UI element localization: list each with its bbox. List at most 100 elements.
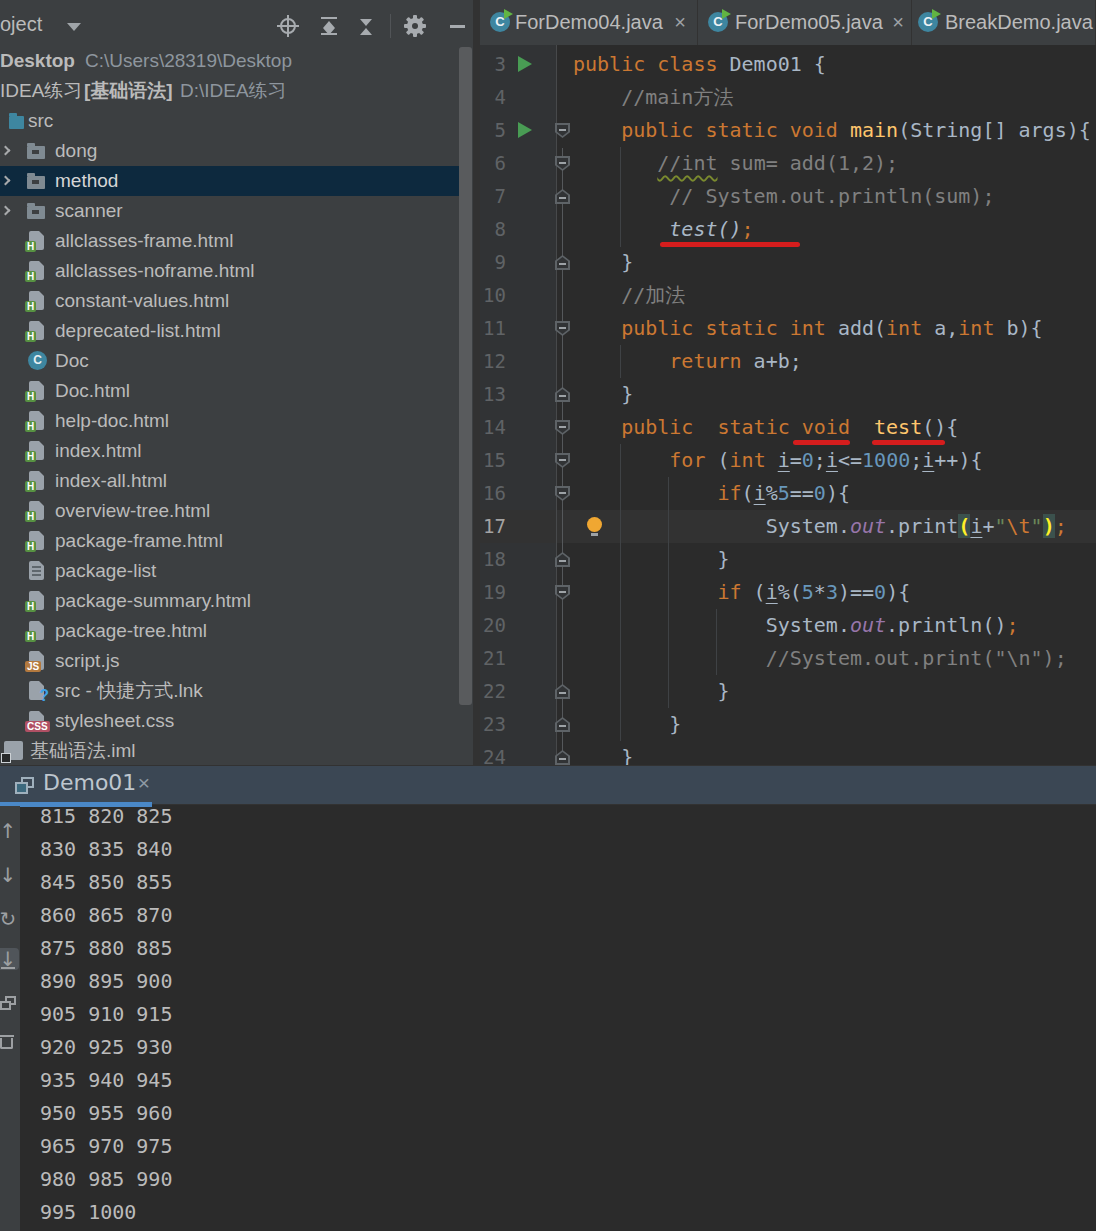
- gutter-border: [556, 45, 557, 765]
- tree-item-scanner[interactable]: scanner: [0, 196, 459, 226]
- line-number-3: 3: [480, 48, 506, 81]
- scroll-up-icon[interactable]: ↑: [0, 820, 19, 842]
- html-file-icon: H: [29, 321, 44, 340]
- scroll-to-end-icon[interactable]: ↓: [0, 948, 19, 970]
- editor-tab-fordemo04-java[interactable]: CForDemo04.java×: [480, 0, 698, 45]
- tree-label: package-list: [55, 556, 156, 586]
- tree-item-src-lnk[interactable]: ?src - 快捷方式.lnk: [0, 676, 459, 706]
- tree-item-method[interactable]: method: [0, 166, 459, 196]
- tree-item-index-all-html[interactable]: Hindex-all.html: [0, 466, 459, 496]
- chevron-right-icon[interactable]: [1, 206, 11, 216]
- fold-marker-icon[interactable]: [555, 750, 570, 765]
- code-line-16: if(i%5==0){: [573, 477, 850, 510]
- text-file-icon: [29, 561, 44, 580]
- tree-label: stylesheet.css: [55, 706, 174, 736]
- code-line-5: public static void main(String[] args){: [573, 114, 1091, 147]
- project-scrollbar[interactable]: [459, 47, 472, 705]
- tree-item-deprecated-list-html[interactable]: Hdeprecated-list.html: [0, 316, 459, 346]
- java-class-icon: C: [918, 12, 938, 32]
- tree-label: allclasses-noframe.html: [55, 256, 255, 286]
- fold-marker-icon[interactable]: [555, 189, 570, 204]
- tab-label: ForDemo04.java: [515, 0, 663, 45]
- line-number-4: 4: [480, 81, 506, 114]
- fold-marker-icon[interactable]: [555, 585, 570, 600]
- editor-tab-fordemo05-java[interactable]: CForDemo05.java×: [698, 0, 912, 45]
- collapse-all-icon[interactable]: [355, 15, 377, 37]
- tree-label: index.html: [55, 436, 142, 466]
- line-number-19: 19: [480, 576, 506, 609]
- tree-label: help-doc.html: [55, 406, 169, 436]
- tree-item-script-js[interactable]: JSscript.js: [0, 646, 459, 676]
- console-line: 965 970 975: [40, 1130, 172, 1163]
- console-line: 890 895 900: [40, 965, 172, 998]
- fold-marker-icon[interactable]: [555, 255, 570, 270]
- line-number-9: 9: [480, 246, 506, 279]
- close-icon[interactable]: ×: [670, 12, 690, 32]
- tree-item-allclasses-frame-html[interactable]: Hallclasses-frame.html: [0, 226, 459, 256]
- tree-item-overview-tree-html[interactable]: Hoverview-tree.html: [0, 496, 459, 526]
- panel-splitter[interactable]: [473, 0, 480, 765]
- run-icon[interactable]: [518, 56, 532, 72]
- fold-marker-icon[interactable]: [555, 387, 570, 402]
- clear-icon[interactable]: [0, 1034, 14, 1049]
- close-icon[interactable]: ×: [888, 12, 908, 32]
- tree-item--iml[interactable]: 基础语法.iml: [0, 736, 459, 765]
- fold-marker-icon[interactable]: [555, 123, 570, 138]
- hide-panel-icon[interactable]: [447, 15, 469, 37]
- toolbar-separator: [390, 14, 391, 38]
- fold-marker-icon[interactable]: [555, 552, 570, 567]
- console-line: 875 880 885: [40, 932, 172, 965]
- tree-item-desktop[interactable]: DesktopC:\Users\28319\Desktop: [0, 46, 459, 76]
- tree-item-doc[interactable]: CDoc: [0, 346, 459, 376]
- tree-item-stylesheet-css[interactable]: CSSstylesheet.css: [0, 706, 459, 736]
- tree-item-help-doc-html[interactable]: Hhelp-doc.html: [0, 406, 459, 436]
- tree-item-allclasses-noframe-html[interactable]: Hallclasses-noframe.html: [0, 256, 459, 286]
- tree-item-package-list[interactable]: package-list: [0, 556, 459, 586]
- editor: CForDemo04.java×CForDemo05.java×CBreakDe…: [480, 0, 1096, 765]
- tree-item-package-summary-html[interactable]: Hpackage-summary.html: [0, 586, 459, 616]
- fold-marker-icon[interactable]: [555, 717, 570, 732]
- rerun-icon[interactable]: ↻: [0, 908, 19, 930]
- html-file-icon: H: [29, 621, 44, 640]
- project-panel-header: oject: [0, 0, 473, 46]
- scroll-down-icon[interactable]: ↓: [0, 864, 19, 886]
- tree-label: allclasses-frame.html: [55, 226, 233, 256]
- fold-marker-icon[interactable]: [555, 156, 570, 171]
- html-file-icon: H: [29, 291, 44, 310]
- folder-icon: [27, 176, 45, 189]
- line-number-18: 18: [480, 543, 506, 576]
- fold-marker-icon[interactable]: [555, 420, 570, 435]
- tree-item-constant-values-html[interactable]: Hconstant-values.html: [0, 286, 459, 316]
- console-line: 995 1000: [40, 1196, 136, 1229]
- tree-item-package-tree-html[interactable]: Hpackage-tree.html: [0, 616, 459, 646]
- line-number-17: 17: [480, 510, 506, 543]
- code-line-18: }: [573, 543, 730, 576]
- run-icon[interactable]: [518, 122, 532, 138]
- console-tab-close-icon[interactable]: ×: [134, 766, 154, 799]
- locate-icon[interactable]: [277, 15, 299, 37]
- chevron-down-icon[interactable]: [67, 23, 81, 31]
- console-line: 815 820 825: [40, 800, 172, 833]
- tree-item-src[interactable]: src: [0, 106, 459, 136]
- line-number-8: 8: [480, 213, 506, 246]
- tree-label: index-all.html: [55, 466, 167, 496]
- tree-item-doc-html[interactable]: HDoc.html: [0, 376, 459, 406]
- tree-item-index-html[interactable]: Hindex.html: [0, 436, 459, 466]
- chevron-right-icon[interactable]: [1, 176, 11, 186]
- code-line-12: return a+b;: [573, 345, 802, 378]
- console-tab-label[interactable]: Demo01: [43, 766, 136, 799]
- tree-label: src - 快捷方式.lnk: [55, 676, 203, 706]
- fold-marker-icon[interactable]: [555, 321, 570, 336]
- fold-marker-icon[interactable]: [555, 453, 570, 468]
- tree-item-dong[interactable]: dong: [0, 136, 459, 166]
- expand-all-icon[interactable]: [318, 15, 340, 37]
- editor-tab-breakdemo-java[interactable]: CBreakDemo.java: [912, 0, 1096, 45]
- print-icon[interactable]: [0, 996, 16, 1010]
- tree-item-package-frame-html[interactable]: Hpackage-frame.html: [0, 526, 459, 556]
- fold-marker-icon[interactable]: [555, 684, 570, 699]
- chevron-right-icon[interactable]: [1, 146, 11, 156]
- fold-marker-icon[interactable]: [555, 486, 570, 501]
- settings-icon[interactable]: [404, 15, 426, 37]
- tree-item-idea-[interactable]: IDEA练习[基础语法]D:\IDEA练习: [0, 76, 459, 106]
- html-file-icon: H: [29, 261, 44, 280]
